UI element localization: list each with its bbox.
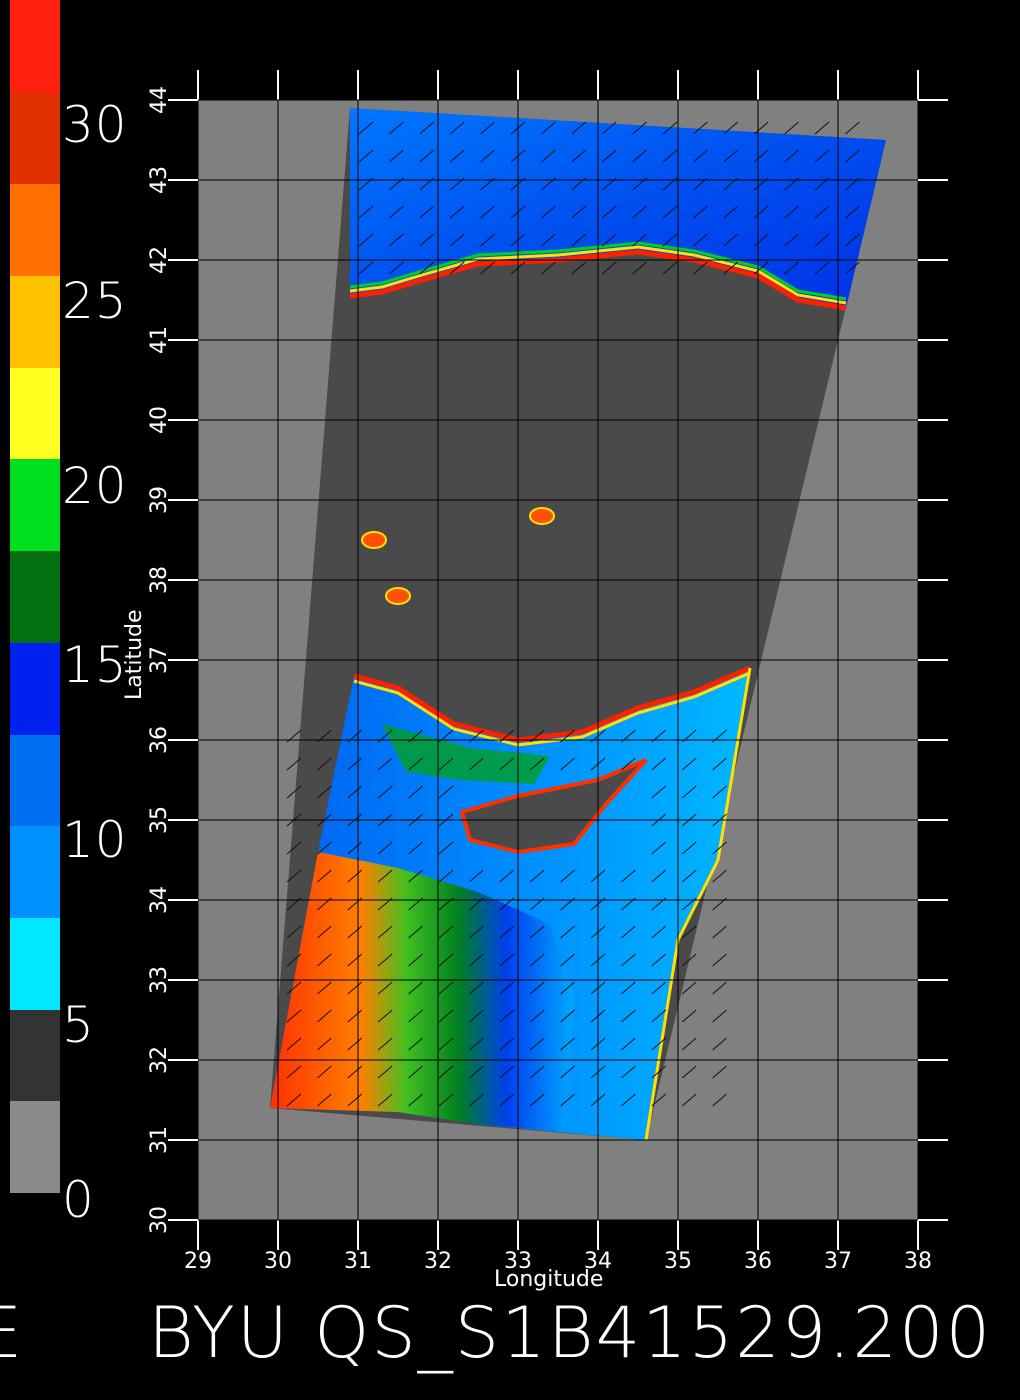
- y-tick-label: 42: [147, 246, 172, 274]
- y-tick-label: 33: [147, 966, 172, 994]
- x-tick-label: 36: [744, 1249, 772, 1274]
- y-tick-label: 39: [147, 486, 172, 514]
- y-tick-label: 34: [147, 886, 172, 914]
- x-tick-label: 37: [824, 1249, 852, 1274]
- y-tick-label: 36: [147, 726, 172, 754]
- y-tick-label: 38: [147, 566, 172, 594]
- lake-tuz: [529, 507, 555, 525]
- x-tick-label: 38: [904, 1249, 932, 1274]
- y-axis-label: Latitude: [122, 609, 147, 700]
- x-tick-label: 35: [664, 1249, 692, 1274]
- y-tick-label: 35: [147, 806, 172, 834]
- y-tick-label: 32: [147, 1046, 172, 1074]
- y-tick-label: 30: [147, 1206, 172, 1234]
- y-tick-label: 31: [147, 1126, 172, 1154]
- wind-map: 29 30 31 32 33 34 35 36 37 3830313233343536373839…: [147, 70, 948, 1274]
- y-tick-label: 44: [147, 86, 172, 114]
- y-tick-label: 41: [147, 326, 172, 354]
- x-axis-label: Longitude: [494, 1267, 604, 1292]
- x-tick-label: 31: [344, 1249, 372, 1274]
- footer-left-fragment: E: [0, 1292, 23, 1374]
- x-tick-label: 32: [424, 1249, 452, 1274]
- lake-egirdir: [385, 587, 411, 605]
- lake-aksehir: [361, 531, 387, 549]
- y-tick-label: 40: [147, 406, 172, 434]
- x-tick-label: 29: [184, 1249, 212, 1274]
- y-tick-label: 37: [147, 646, 172, 674]
- footer-title: BYU QS_S1B41529.200: [148, 1292, 993, 1374]
- y-tick-label: 43: [147, 166, 172, 194]
- x-tick-label: 30: [264, 1249, 292, 1274]
